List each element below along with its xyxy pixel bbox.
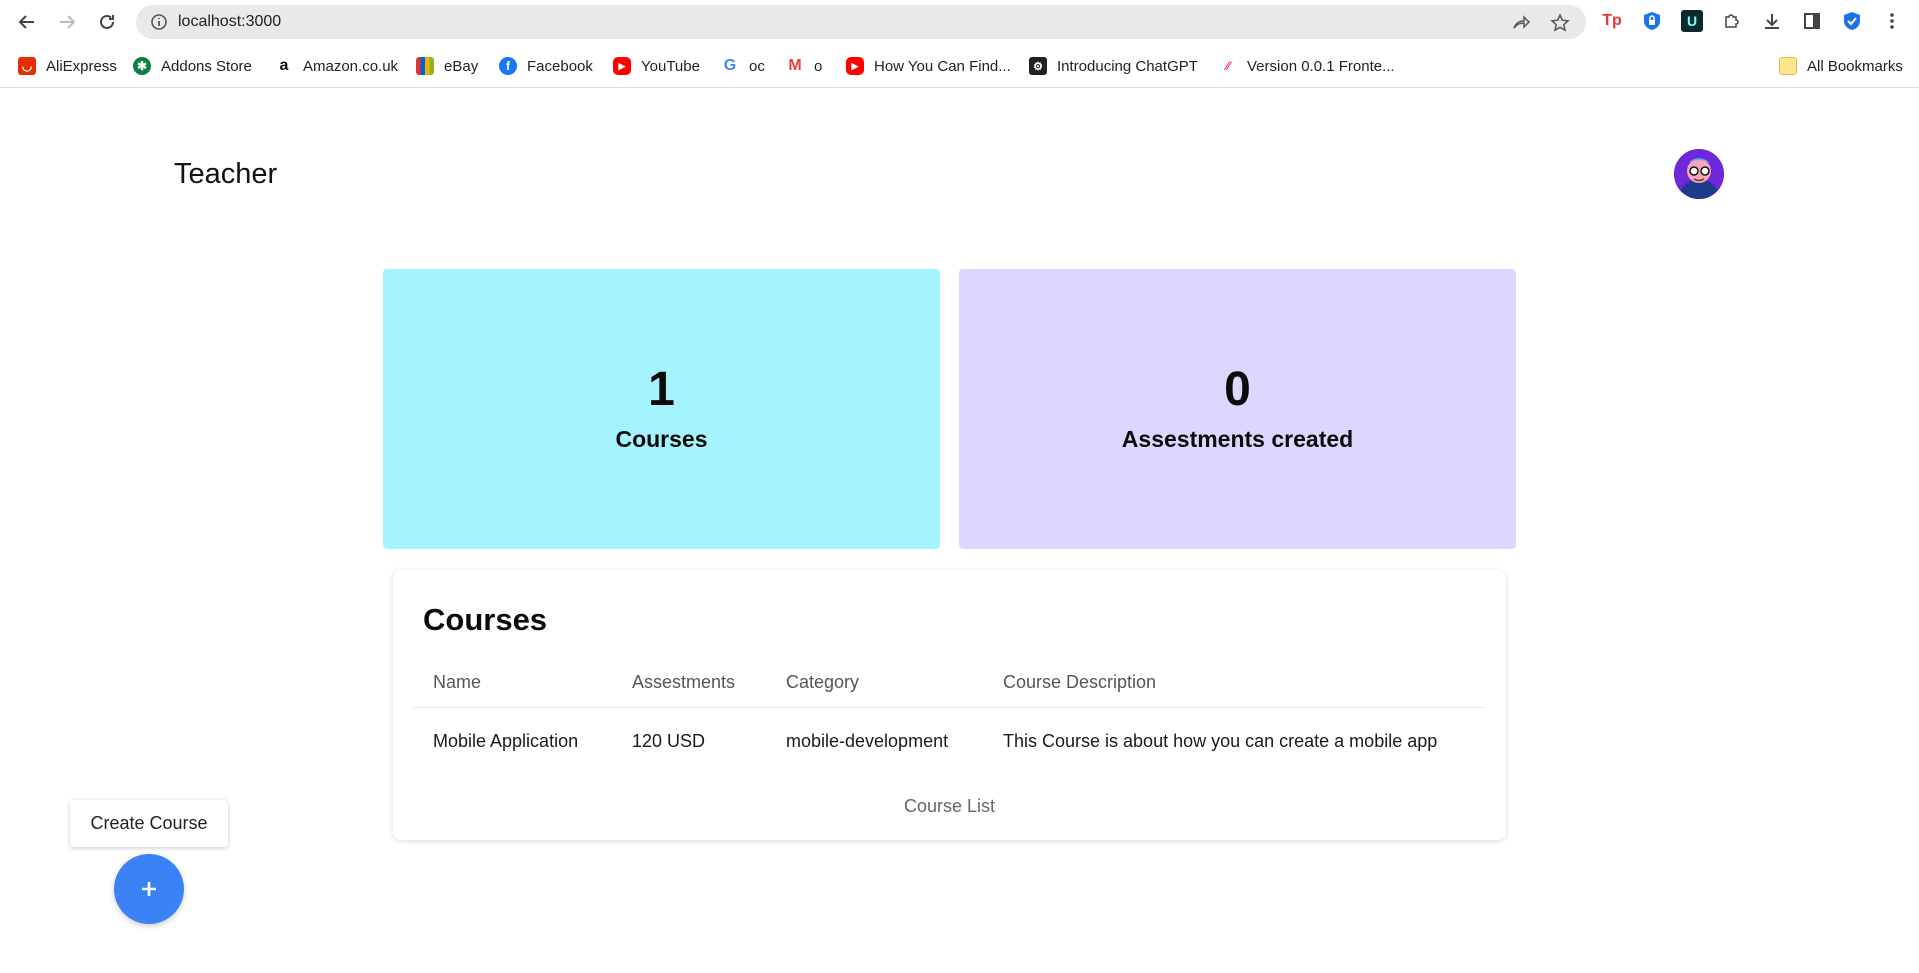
bookmark-how-you-can-find[interactable]: ▶ How You Can Find... bbox=[846, 56, 1011, 76]
side-panel-icon[interactable] bbox=[1801, 10, 1823, 32]
courses-stat-label: Courses bbox=[615, 425, 708, 452]
courses-heading: Courses bbox=[423, 602, 548, 637]
bookmark-label: Introducing ChatGPT bbox=[1057, 57, 1198, 75]
courses-table: Name Assestments Category Course Descrip… bbox=[413, 658, 1486, 774]
cell-category: mobile-development bbox=[786, 730, 949, 751]
bookmark-label: How You Can Find... bbox=[874, 57, 1011, 75]
assessments-stat-card: 0 Assestments created bbox=[959, 269, 1516, 549]
cell-description: This Course is about how you can create … bbox=[1003, 730, 1438, 751]
assessments-count: 0 bbox=[1224, 362, 1251, 416]
bookmark-label: Facebook bbox=[527, 57, 593, 75]
column-header-name: Name bbox=[433, 672, 482, 692]
amazon-icon: a bbox=[275, 57, 293, 75]
all-bookmarks-label: All Bookmarks bbox=[1807, 57, 1903, 75]
courses-card: Courses Name Assestments Category Course… bbox=[393, 570, 1506, 840]
bookmark-ebay[interactable]: eBay bbox=[416, 56, 478, 76]
star-icon[interactable] bbox=[1550, 13, 1570, 33]
url-text[interactable]: localhost:3000 bbox=[178, 13, 281, 31]
reload-button[interactable] bbox=[95, 10, 119, 34]
shield-check-icon[interactable] bbox=[1841, 10, 1863, 32]
aliexpress-icon: ◡ bbox=[18, 57, 36, 75]
ebay-icon bbox=[416, 57, 434, 75]
facebook-icon: f bbox=[499, 57, 517, 75]
bookmarks-bar: ◡ AliExpress ✱ Addons Store a Amazon.co.… bbox=[0, 44, 1919, 88]
bookmark-aliexpress[interactable]: ◡ AliExpress bbox=[18, 56, 117, 76]
forward-button[interactable] bbox=[55, 10, 79, 34]
column-header-assessments: Assestments bbox=[632, 672, 736, 692]
youtube-icon: ▶ bbox=[846, 57, 864, 75]
bookmark-label: Addons Store bbox=[161, 57, 252, 75]
bookmark-label: AliExpress bbox=[46, 57, 117, 75]
bookmark-chatgpt[interactable]: ⚙ Introducing ChatGPT bbox=[1029, 56, 1198, 76]
plus-icon bbox=[142, 882, 156, 896]
courses-stat-card: 1 Courses bbox=[383, 269, 940, 549]
bookmark-label: Version 0.0.1 Fronte... bbox=[1247, 57, 1395, 75]
bookmark-google[interactable]: G oc bbox=[721, 56, 765, 76]
bookmark-addons-store[interactable]: ✱ Addons Store bbox=[133, 56, 252, 76]
column-header-description: Course Description bbox=[1003, 672, 1157, 692]
browser-toolbar: localhost:3000 Tp U bbox=[0, 0, 1919, 44]
chatgpt-icon: ⚙ bbox=[1029, 57, 1047, 75]
addons-store-icon: ✱ bbox=[133, 57, 151, 75]
bookmark-gmail[interactable]: M o bbox=[786, 56, 822, 76]
arrow-right-icon bbox=[60, 15, 76, 29]
bookmark-label: Amazon.co.uk bbox=[303, 57, 399, 75]
avatar[interactable] bbox=[1674, 149, 1724, 199]
create-course-tooltip: Create Course bbox=[70, 800, 228, 847]
puzzle-icon[interactable] bbox=[1721, 10, 1743, 32]
bookmark-label: oc bbox=[749, 57, 765, 75]
bookmark-label: o bbox=[814, 57, 823, 75]
download-icon[interactable] bbox=[1761, 10, 1783, 32]
monday-icon: ⁄⁄ bbox=[1219, 57, 1237, 75]
page-title: Teacher bbox=[174, 158, 278, 190]
column-header-category: Category bbox=[786, 672, 860, 692]
add-course-button[interactable] bbox=[114, 854, 184, 924]
user-avatar-icon bbox=[1674, 149, 1724, 199]
lock-extension-icon[interactable] bbox=[1641, 10, 1663, 32]
google-icon: G bbox=[721, 57, 739, 75]
bookmark-version-fronte[interactable]: ⁄⁄ Version 0.0.1 Fronte... bbox=[1219, 56, 1395, 76]
tp-extension-icon[interactable]: Tp bbox=[1601, 10, 1623, 32]
cell-course-name: Mobile Application bbox=[433, 730, 579, 751]
bookmark-youtube[interactable]: ▶ YouTube bbox=[613, 56, 700, 76]
cell-assessments: 120 USD bbox=[632, 730, 706, 751]
table-caption: Course List bbox=[903, 796, 996, 816]
bookmark-label: eBay bbox=[444, 57, 479, 75]
bookmark-facebook[interactable]: f Facebook bbox=[499, 56, 593, 76]
courses-count: 1 bbox=[648, 362, 675, 416]
gmail-icon: M bbox=[786, 57, 804, 75]
table-header-row: Name Assestments Category Course Descrip… bbox=[413, 658, 1486, 708]
address-bar[interactable]: localhost:3000 bbox=[136, 5, 1586, 39]
arrow-left-icon bbox=[18, 15, 34, 29]
youtube-icon: ▶ bbox=[613, 57, 631, 75]
back-button[interactable] bbox=[15, 10, 39, 34]
share-icon[interactable] bbox=[1510, 13, 1530, 33]
folder-icon bbox=[1779, 57, 1797, 75]
bookmark-label: YouTube bbox=[641, 57, 700, 75]
site-info-icon[interactable] bbox=[150, 13, 168, 31]
table-row[interactable]: Mobile Application 120 USD mobile-develo… bbox=[413, 708, 1486, 774]
u-extension-icon[interactable]: U bbox=[1681, 10, 1703, 32]
menu-kebab-icon[interactable] bbox=[1881, 10, 1903, 32]
all-bookmarks[interactable]: All Bookmarks bbox=[1779, 56, 1903, 76]
bookmark-amazon[interactable]: a Amazon.co.uk bbox=[275, 56, 398, 76]
assessments-stat-label: Assestments created bbox=[1121, 425, 1354, 452]
reload-icon bbox=[100, 14, 114, 29]
